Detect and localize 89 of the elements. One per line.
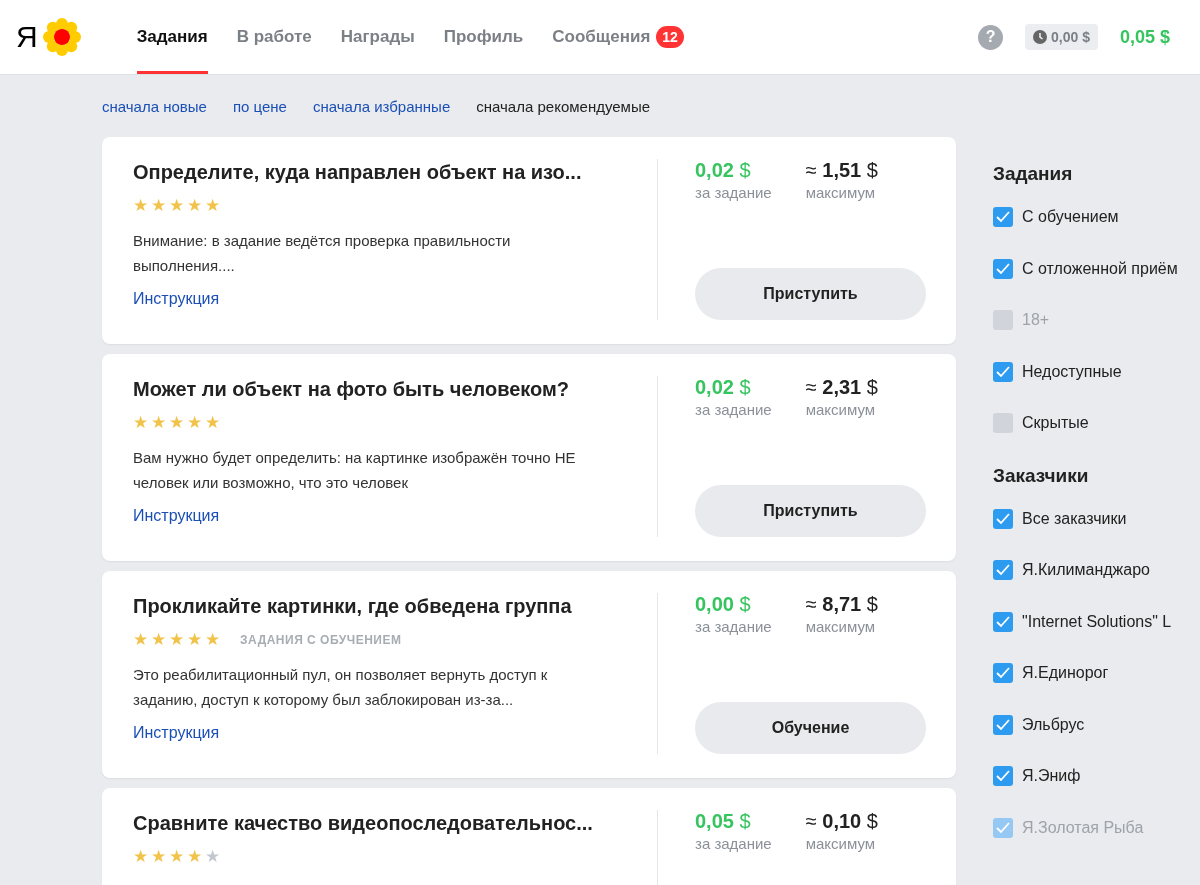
checkbox[interactable] <box>993 207 1013 227</box>
logo-letter: Я <box>16 20 38 54</box>
task-title[interactable]: Может ли объект на фото быть человеком? <box>133 376 570 402</box>
instruction-link[interactable]: Инструкция <box>133 290 220 307</box>
filter-heading: Заказчики <box>993 464 1090 487</box>
start-button[interactable]: Приступить <box>695 485 926 537</box>
start-button[interactable]: Обучение <box>695 702 926 754</box>
filter-label: 18+ <box>1022 311 1050 329</box>
star-icon: ★ <box>205 846 220 867</box>
price-label: за задание <box>695 401 772 418</box>
star-icon: ★ <box>151 846 166 867</box>
star-icon: ★ <box>187 195 202 216</box>
max-earnings: ≈ 0,10 $ <box>805 810 878 833</box>
sort-link[interactable]: сначала новые <box>102 97 207 115</box>
filter-label: Скрытые <box>1022 414 1089 432</box>
nav-tab[interactable]: Награды <box>340 0 415 74</box>
nav-tab[interactable]: Сообщения 12 <box>552 0 684 74</box>
instruction-link[interactable]: Инструкция <box>133 724 220 741</box>
filter-label: Все заказчики <box>1022 509 1127 528</box>
task-tag: ЗАДАНИЯ С ОБУЧЕНИЕМ <box>240 632 402 647</box>
max-label: максимум <box>805 184 877 201</box>
sort-link[interactable]: по цене <box>232 97 287 115</box>
star-icon: ★ <box>205 412 220 433</box>
nav-tab[interactable]: В работе <box>236 0 312 74</box>
star-icon: ★ <box>187 412 202 433</box>
nav-tab[interactable]: Профиль <box>443 0 524 74</box>
filter-label: Недоступные <box>1022 362 1122 381</box>
max-label: максимум <box>805 618 877 635</box>
filter-label: Я.Единорог <box>1022 664 1109 682</box>
star-icon: ★ <box>205 195 220 216</box>
filter-label: "Internet Solutions" L <box>1022 612 1172 631</box>
checkbox[interactable] <box>993 560 1013 580</box>
sort-link[interactable]: сначала избранные <box>312 97 451 115</box>
checkbox[interactable] <box>993 413 1013 433</box>
max-label: максимум <box>805 835 877 852</box>
checkbox[interactable] <box>993 663 1013 683</box>
nav-tab[interactable]: Задания <box>136 0 208 74</box>
checkbox[interactable] <box>993 508 1013 529</box>
filter-label: Эльбрус <box>1022 715 1085 734</box>
task-title[interactable]: Определите, куда направлен объект на изо... <box>133 159 582 185</box>
task-description: Это реабилитационный пул, он позволяет вернуть доступ к заданию, доступ к которому был заблокирован из-за... <box>133 665 549 710</box>
unread-badge: 12 <box>656 26 684 48</box>
star-icon: ★ <box>187 846 202 867</box>
filter-label: С обучением <box>1022 208 1119 226</box>
star-icon: ★ <box>151 629 166 650</box>
checkbox[interactable] <box>993 258 1013 279</box>
checkbox[interactable] <box>993 714 1013 735</box>
flower-icon <box>41 17 82 57</box>
checkbox[interactable] <box>993 766 1013 786</box>
task-description: Вам нужно будет определить: на картинке изображён точно НЕ человек или возможно, что это человек <box>133 448 577 493</box>
star-icon: ★ <box>133 412 148 433</box>
task-price: 0,00 $ <box>695 593 752 616</box>
price-label: за задание <box>695 618 772 635</box>
star-icon: ★ <box>205 629 220 650</box>
start-button[interactable]: Приступить <box>695 268 926 320</box>
filter-label: С отложенной приём <box>1022 259 1178 278</box>
filter-heading: Задания <box>993 163 1074 185</box>
max-earnings: ≈ 1,51 $ <box>805 159 878 182</box>
filter-label: Я.Эниф <box>1022 767 1081 785</box>
task-title[interactable]: Сравните качество видеопоследовательнос... <box>133 810 593 836</box>
pending-balance: 0,00 $ <box>1025 24 1098 50</box>
task-title[interactable]: Прокликайте картинки, где обведена группа <box>133 593 572 619</box>
star-icon: ★ <box>133 629 148 650</box>
star-icon: ★ <box>169 412 184 433</box>
checkbox[interactable] <box>993 611 1013 632</box>
star-icon: ★ <box>151 412 166 433</box>
max-label: максимум <box>805 401 877 418</box>
filter-label: Я.Килиманджаро <box>1022 561 1150 579</box>
star-icon: ★ <box>133 195 148 216</box>
star-icon: ★ <box>169 846 184 867</box>
balance: 0,05 $ <box>1119 26 1170 48</box>
instruction-link[interactable]: Инструкция <box>133 507 220 524</box>
task-price: 0,05 $ <box>695 810 752 833</box>
clock-icon <box>1033 30 1047 44</box>
price-label: за задание <box>695 835 772 852</box>
max-earnings: ≈ 2,31 $ <box>805 376 878 399</box>
task-price: 0,02 $ <box>695 376 752 399</box>
star-icon: ★ <box>187 629 202 650</box>
max-earnings: ≈ 8,71 $ <box>805 593 878 616</box>
checkbox[interactable] <box>993 361 1013 382</box>
task-price: 0,02 $ <box>695 159 752 182</box>
sort-link[interactable]: сначала рекомендуемые <box>476 97 651 115</box>
filter-label: Я.Золотая Рыба <box>1022 818 1144 837</box>
star-icon: ★ <box>169 629 184 650</box>
task-description: Внимание: в задание ведётся проверка правильности выполнения.... <box>133 231 512 276</box>
price-label: за задание <box>695 184 772 201</box>
star-icon: ★ <box>169 195 184 216</box>
star-icon: ★ <box>151 195 166 216</box>
star-icon: ★ <box>133 846 148 867</box>
